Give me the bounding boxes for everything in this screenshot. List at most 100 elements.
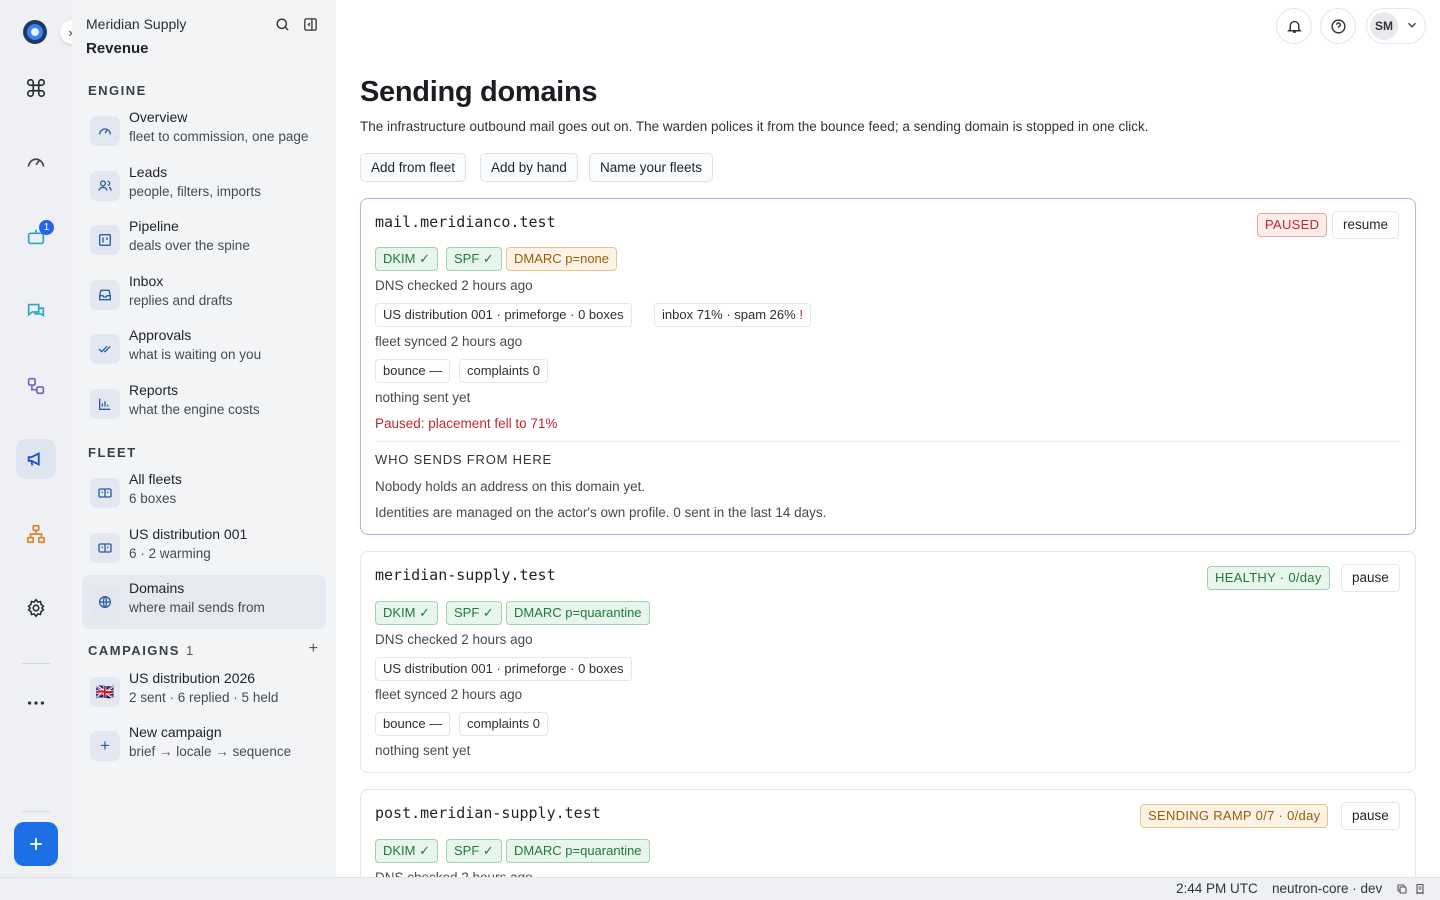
dkim-tag: DKIM ✓ <box>375 839 439 863</box>
who-sends-text: Nobody holds an address on this domain y… <box>375 479 646 494</box>
icon-rail: 1 <box>0 0 72 877</box>
double-check-icon <box>90 334 120 364</box>
placement-text: inbox 71% · spam 26% <box>662 307 796 322</box>
complaints-chip: complaints 0 <box>459 712 548 736</box>
dmarc-tag: DMARC p=none <box>506 247 618 271</box>
name-your-fleets-button[interactable]: Name your fleets <box>589 153 714 182</box>
status-badge: SENDING RAMP 0/7 · 0/day <box>1140 804 1329 828</box>
workflow-icon[interactable] <box>16 366 56 406</box>
nav-item-label: Pipeline <box>129 218 179 234</box>
domain-card[interactable]: meridian-supply.test HEALTHY · 0/day pau… <box>360 551 1416 773</box>
nav-item-overview[interactable]: Overview fleet to commission, one page <box>82 104 326 158</box>
receipt-icon[interactable] <box>1414 883 1426 895</box>
domain-card[interactable]: mail.meridianco.test PAUSED resume DKIM … <box>360 198 1416 535</box>
chevron-down-icon <box>1408 22 1416 28</box>
dmarc-tag: DMARC p=quarantine <box>506 839 650 863</box>
nav-item-sublabel: deals over the spine <box>129 238 250 253</box>
conversations-icon[interactable] <box>16 291 56 331</box>
bar-chart-icon <box>90 389 120 419</box>
nav-item-label: Reports <box>129 382 179 398</box>
org-chart-icon[interactable] <box>16 514 56 554</box>
bell-icon <box>1286 20 1302 33</box>
resume-button[interactable]: resume <box>1332 211 1400 239</box>
add-campaign-button[interactable]: + <box>309 640 318 658</box>
nav-item-new-campaign[interactable]: + New campaign brief → locale → sequence <box>82 719 326 773</box>
rail-divider <box>22 663 50 664</box>
command-icon[interactable] <box>16 68 56 108</box>
sent-status-text: nothing sent yet <box>375 390 471 405</box>
org-name: Meridian Supply <box>86 16 187 32</box>
copy-icon[interactable] <box>1396 883 1408 895</box>
workspace-name: Revenue <box>86 40 149 57</box>
fleet-icon <box>90 478 120 508</box>
nav-item-pipeline[interactable]: Pipeline deals over the spine <box>82 213 326 267</box>
domain-name: meridian-supply.test <box>375 566 556 584</box>
collapse-panel-icon[interactable] <box>300 14 320 34</box>
warning-mark: ! <box>799 307 803 322</box>
spf-tag: SPF ✓ <box>446 601 502 625</box>
megaphone-icon[interactable] <box>16 439 56 479</box>
search-icon[interactable] <box>272 14 292 34</box>
create-new-button[interactable] <box>14 822 58 866</box>
bounce-chip: bounce — <box>375 359 451 383</box>
bot-icon[interactable]: 1 <box>16 217 56 257</box>
plus-icon: + <box>308 640 318 657</box>
campaign-count: 1 <box>185 643 194 658</box>
nav-item-reports[interactable]: Reports what the engine costs <box>82 377 326 431</box>
pause-button[interactable]: pause <box>1341 564 1400 592</box>
notifications-button[interactable] <box>1276 8 1312 44</box>
app-logo-icon[interactable] <box>20 17 50 47</box>
avatar: SM <box>1370 12 1398 40</box>
nav-item-sublabel: 6 boxes <box>129 491 177 506</box>
add-from-fleet-button[interactable]: Add from fleet <box>360 153 467 182</box>
footer-time: 2:44 PM UTC <box>1176 881 1258 896</box>
nav-item-approvals[interactable]: Approvals what is waiting on you <box>82 322 326 376</box>
nav-item-label: Approvals <box>129 327 192 343</box>
nav-item-label: Overview <box>129 109 188 125</box>
footer-environment: neutron-core · dev <box>1272 881 1383 896</box>
nav-item-us-distribution-2026[interactable]: 🇬🇧 US distribution 2026 2 sent · 6 repli… <box>82 665 326 719</box>
nav-item-sublabel: fleet to commission, one page <box>129 129 309 144</box>
dns-checked-text: DNS checked 2 hours ago <box>375 632 533 647</box>
uk-flag-icon: 🇬🇧 <box>90 677 120 707</box>
nav-item-label: Leads <box>129 164 168 180</box>
placement-chip: inbox 71% · spam 26% ! <box>654 303 811 327</box>
nav-item-sublabel: replies and drafts <box>129 293 233 308</box>
user-menu[interactable]: SM <box>1366 8 1426 44</box>
nav-item-all-fleets[interactable]: All fleets 6 boxes <box>82 466 326 520</box>
bounce-chip: bounce — <box>375 712 451 736</box>
domain-name: mail.meridianco.test <box>375 213 556 231</box>
nav-item-leads[interactable]: Leads people, filters, imports <box>82 159 326 213</box>
settings-gear-icon[interactable] <box>16 588 56 628</box>
nav-item-sublabel: what the engine costs <box>129 402 260 417</box>
nav-item-inbox[interactable]: Inbox replies and drafts <box>82 268 326 322</box>
notification-badge: 1 <box>39 220 54 235</box>
dkim-tag: DKIM ✓ <box>375 601 439 625</box>
nav-item-us-distribution-001[interactable]: US distribution 001 6 · 2 warming <box>82 521 326 575</box>
identities-note: Identities are managed on the actor's ow… <box>375 505 827 520</box>
fleet-icon <box>90 533 120 563</box>
inbox-icon <box>90 280 120 310</box>
help-button[interactable] <box>1320 8 1356 44</box>
status-badge: HEALTHY · 0/day <box>1207 566 1330 590</box>
nav-item-sublabel: where mail sends from <box>129 600 265 615</box>
fleet-synced-text: fleet synced 2 hours ago <box>375 334 523 349</box>
nav-item-domains[interactable]: Domains where mail sends from <box>82 575 326 629</box>
nav-item-sublabel: 2 sent · 6 replied · 5 held <box>129 690 279 705</box>
section-title-engine: ENGINE <box>88 83 147 98</box>
more-icon[interactable] <box>16 683 56 723</box>
fleet-chip: US distribution 001 · primeforge · 0 box… <box>375 657 632 681</box>
nav-item-sublabel: what is waiting on you <box>129 347 262 362</box>
nav-item-sublabel: brief → locale → sequence <box>129 744 292 759</box>
add-by-hand-button[interactable]: Add by hand <box>480 153 578 182</box>
section-title-label: CAMPAIGNS <box>88 643 180 658</box>
nav-item-label: All fleets <box>129 471 182 487</box>
section-divider <box>375 441 1401 442</box>
nav-item-sublabel: 6 · 2 warming <box>129 546 211 561</box>
page-description: The infrastructure outbound mail goes ou… <box>360 119 1149 134</box>
dashboard-gauge-icon[interactable] <box>16 142 56 182</box>
globe-icon <box>90 587 120 617</box>
fleet-chip: US distribution 001 · primeforge · 0 box… <box>375 303 632 327</box>
pause-button[interactable]: pause <box>1341 802 1400 830</box>
sent-status-text: nothing sent yet <box>375 743 471 758</box>
